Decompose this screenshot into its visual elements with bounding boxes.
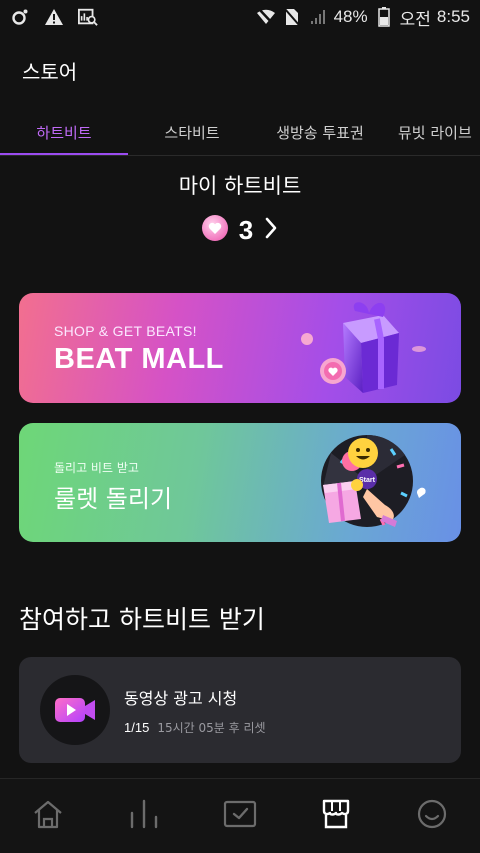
app-header: 스토어	[0, 44, 480, 96]
page-title: 스토어	[22, 59, 78, 84]
chevron-right-icon[interactable]	[263, 216, 279, 244]
nav-store[interactable]	[288, 779, 384, 853]
wifi-off-icon	[256, 7, 276, 27]
beat-mall-banner[interactable]: SHOP & GET BEATS! BEAT MALL	[19, 293, 461, 403]
no-sim-icon	[282, 7, 302, 27]
vote-check-icon	[223, 799, 257, 833]
status-bar: 48% 오전 8:55	[0, 0, 480, 34]
beat-mall-subtitle: SHOP & GET BEATS!	[54, 323, 197, 339]
my-heartbeat-section: 마이 하트비트 3	[0, 170, 480, 246]
warning-icon	[44, 7, 64, 27]
tab-live-vote-ticket[interactable]: 생방송 투표권	[256, 108, 384, 155]
heart-beat-icon	[201, 214, 229, 246]
beat-mall-title: BEAT MALL	[54, 343, 224, 375]
task-title: 동영상 광고 시청	[124, 688, 238, 708]
home-icon	[32, 799, 64, 833]
nav-home[interactable]	[0, 779, 96, 853]
signal-icon	[308, 7, 328, 27]
roulette-title: 룰렛 돌리기	[54, 485, 173, 513]
gift-box-icon	[291, 293, 441, 403]
time-ampm: 오전	[399, 9, 431, 29]
gallery-search-icon	[78, 7, 98, 27]
time-clock: 8:55	[436, 7, 470, 26]
nav-vote[interactable]	[192, 779, 288, 853]
video-ad-task-card[interactable]: 동영상 광고 시청 1/15 15시간 05분 후 리셋	[19, 657, 461, 763]
tab-mubeat-live[interactable]: 뮤빗 라이브	[384, 108, 480, 155]
chart-icon	[128, 799, 160, 833]
tab-starbeat[interactable]: 스타비트	[128, 108, 256, 155]
roulette-banner[interactable]: 돌리고 비트 받고 룰렛 돌리기 Start	[19, 423, 461, 542]
my-heartbeat-title: 마이 하트비트	[178, 174, 302, 198]
heartbeat-count: 3	[238, 214, 254, 245]
battery-icon	[374, 7, 394, 27]
store-icon	[320, 798, 352, 834]
bottom-nav	[0, 778, 480, 853]
nav-chart[interactable]	[96, 779, 192, 853]
battery-percent: 48%	[333, 7, 368, 26]
task-progress: 1/15	[124, 719, 150, 735]
roulette-subtitle: 돌리고 비트 받고	[54, 461, 139, 475]
app-o-icon	[10, 7, 30, 27]
my-heartbeat-balance[interactable]: 3	[0, 214, 480, 246]
tab-heartbeat[interactable]: 하트비트	[0, 108, 128, 155]
video-camera-icon	[40, 675, 110, 745]
nav-profile[interactable]	[384, 779, 480, 853]
tab-bar: 하트비트 스타비트 생방송 투표권 뮤빗 라이브	[0, 108, 480, 156]
task-reset-time: 15시간 05분 후 리셋	[157, 720, 266, 735]
profile-smile-icon	[416, 798, 448, 834]
roulette-wheel-icon: Start	[301, 423, 441, 542]
section-title: 참여하고 하트비트 받기	[19, 605, 265, 634]
